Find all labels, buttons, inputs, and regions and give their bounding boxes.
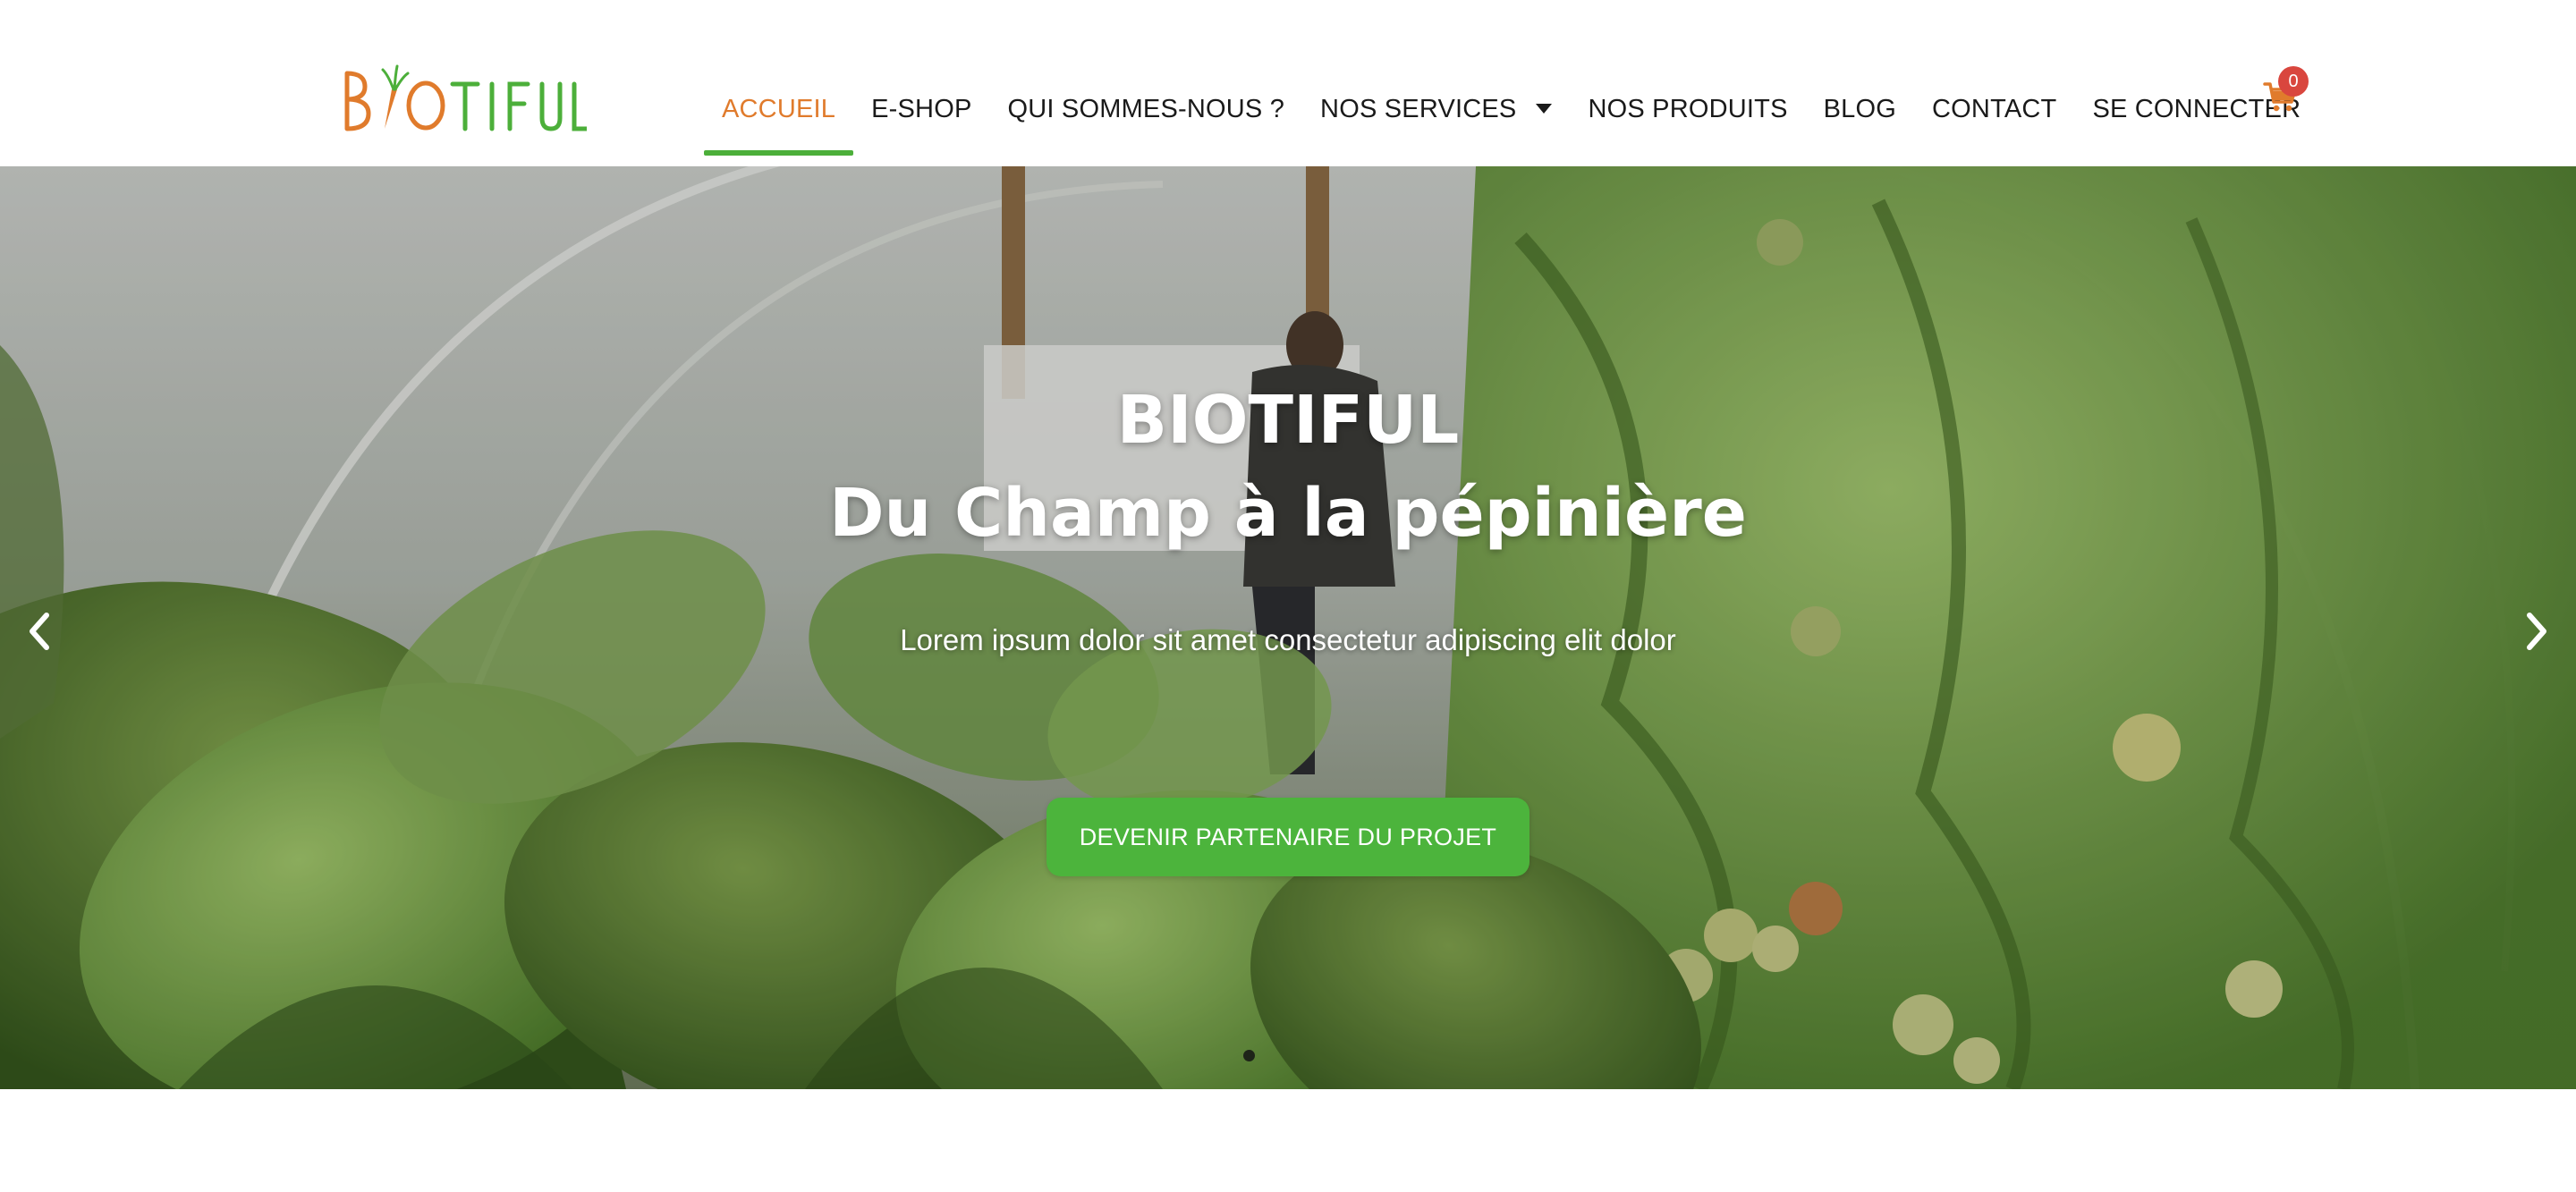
hero-title: BIOTIFUL [1116,382,1460,459]
nav-item-label: NOS SERVICES [1320,95,1517,123]
chevron-right-icon[interactable] [2519,604,2555,658]
nav-item-label: NOS PRODUITS [1588,95,1788,123]
site-header: ACCUEIL E-SHOP QUI SOMMES-NOUS ? NOS SER… [0,0,2576,166]
cart-count-badge: 0 [2278,66,2309,97]
slider-dot[interactable] [1243,1050,1255,1061]
hero-text: Lorem ipsum dolor sit amet consectetur a… [900,623,1676,656]
nav-item-nos-services[interactable]: NOS SERVICES [1302,70,1570,156]
nav-item-label: QUI SOMMES-NOUS ? [1007,95,1285,123]
nav-item-nos-produits[interactable]: NOS PRODUITS [1570,70,1805,156]
nav-item-contact[interactable]: CONTACT [1914,70,2074,156]
become-partner-button[interactable]: DEVENIR PARTENAIRE DU PROJET [1046,798,1530,876]
nav-item-accueil[interactable]: ACCUEIL [704,70,854,156]
nav-item-e-shop[interactable]: E-SHOP [853,70,989,156]
site-logo[interactable] [343,63,587,134]
hero-slider: BIOTIFUL Du Champ à la pépinière Lorem i… [0,166,2576,1089]
nav-item-label: BLOG [1823,95,1897,123]
nav-item-label: ACCUEIL [722,95,836,123]
nav-item-blog[interactable]: BLOG [1806,70,1914,156]
nav-item-label: E-SHOP [871,95,972,123]
chevron-left-icon[interactable] [21,604,57,658]
slider-dots [1243,1050,1255,1061]
nav-item-label: CONTACT [1932,95,2057,123]
caret-down-icon [1536,103,1553,114]
main-nav: ACCUEIL E-SHOP QUI SOMMES-NOUS ? NOS SER… [704,70,2318,159]
nav-item-qui-sommes-nous[interactable]: QUI SOMMES-NOUS ? [990,70,1303,156]
hero-subtitle: Du Champ à la pépinière [829,475,1747,552]
